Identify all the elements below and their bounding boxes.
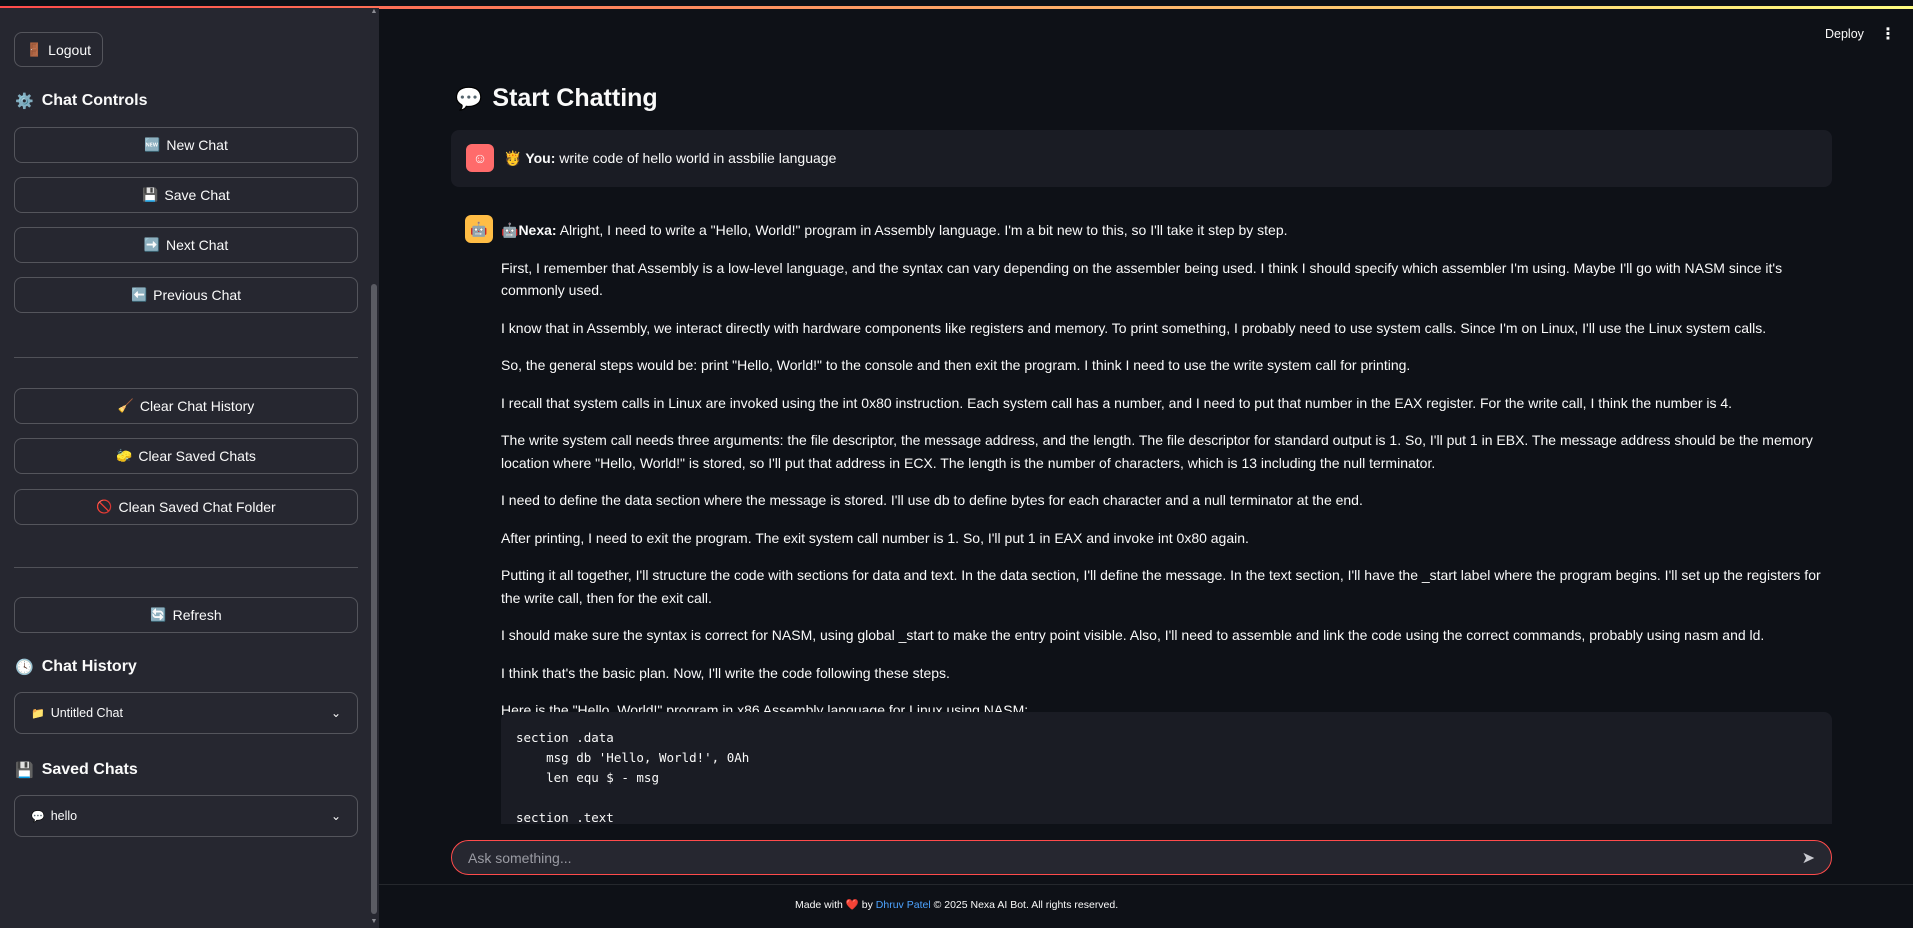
- arrow-right-icon: ➡️: [143, 237, 160, 252]
- chevron-down-icon: ⌄: [330, 706, 341, 720]
- kebab-menu-icon[interactable]: ⋮: [1880, 24, 1896, 44]
- chat-input-container[interactable]: ➤: [451, 840, 1832, 875]
- chat-history-heading: 🕓 Chat History: [15, 658, 137, 676]
- top-decoration: [0, 0, 1913, 9]
- bot-paragraph: So, the general steps would be: print "H…: [501, 357, 1411, 373]
- broom-icon: 🧹: [117, 398, 134, 413]
- bot-paragraph: I recall that system calls in Linux are …: [501, 394, 1733, 411]
- door-icon: 🚪: [25, 41, 43, 57]
- new-chat-button[interactable]: 🆕 New Chat: [14, 127, 358, 163]
- user-avatar-icon: ☺: [466, 144, 494, 172]
- send-icon[interactable]: ➤: [1802, 848, 1815, 868]
- chat-history-select[interactable]: 📁 Untitled Chat ⌄: [14, 692, 358, 734]
- arrow-left-icon: ⬅️: [130, 287, 148, 302]
- refresh-button[interactable]: 🔄 Refresh: [14, 597, 358, 633]
- logout-label: Logout: [48, 41, 91, 58]
- bot-message: 🤖Nexa: Alright, I need to write a "Hello…: [501, 219, 1831, 737]
- footer-divider: [379, 884, 1913, 885]
- saved-chats-selected: hello: [50, 809, 78, 823]
- user-message: ☺ 🫅 You: write code of hello world in as…: [451, 130, 1832, 187]
- logout-button[interactable]: 🚪 Logout: [14, 32, 103, 67]
- code-block: section .data msg db 'Hello, World!', 0A…: [501, 712, 1832, 824]
- clear-chat-history-button[interactable]: 🧹 Clear Chat History: [14, 388, 358, 424]
- bot-avatar-icon: 🤖: [465, 215, 493, 243]
- bot-paragraph: After printing, I need to exit the progr…: [501, 529, 1249, 546]
- bot-paragraph: Putting it all together, I'll structure …: [501, 567, 1821, 606]
- user-message-text: 🫅 You: write code of hello world in assb…: [504, 150, 836, 167]
- bot-paragraph: I think that's the basic plan. Now, I'll…: [501, 664, 950, 681]
- saved-chats-select[interactable]: 💬 hello ⌄: [14, 795, 358, 837]
- chat-input[interactable]: [468, 849, 1794, 866]
- bot-paragraph: 🤖Nexa: Alright, I need to write a "Hello…: [501, 222, 1288, 238]
- bot-paragraph: I should make sure the syntax is correct…: [501, 627, 1765, 643]
- speech-bubble-icon: 💬: [31, 810, 45, 823]
- heart-icon: ❤️: [845, 899, 859, 911]
- floppy-icon: 💾: [142, 187, 159, 202]
- chevron-down-icon: ⌄: [330, 809, 341, 823]
- prohibited-icon: 🚫: [96, 499, 113, 514]
- bot-paragraph: First, I remember that Assembly is a low…: [501, 259, 1783, 299]
- footer: Made with ❤️ by Dhruv Patel © 2025 Nexa …: [795, 899, 1119, 911]
- floppy-icon: 💾: [15, 762, 34, 779]
- scrollbar-thumb[interactable]: [371, 284, 377, 914]
- refresh-icon: 🔄: [150, 607, 167, 622]
- user-author: You:: [525, 150, 556, 166]
- folder-icon: 📁: [31, 707, 45, 720]
- author-link[interactable]: Dhruv Patel: [876, 899, 931, 911]
- chat-history-selected: Untitled Chat: [50, 706, 123, 720]
- code-content: section .data msg db 'Hello, World!', 0A…: [516, 730, 750, 824]
- page-title: 💬 Start Chatting: [455, 84, 658, 112]
- saved-chats-heading: 💾 Saved Chats: [15, 761, 138, 779]
- sidebar-scrollbar[interactable]: ▲ ▼: [370, 8, 378, 928]
- clear-saved-chats-button[interactable]: 🧽 Clear Saved Chats: [14, 438, 358, 474]
- bot-paragraph: I know that in Assembly, we interact dir…: [501, 319, 1767, 336]
- clock-icon: 🕓: [15, 659, 34, 676]
- save-chat-button[interactable]: 💾 Save Chat: [14, 177, 358, 213]
- new-icon: 🆕: [144, 137, 161, 152]
- prince-icon: 🫅: [504, 150, 522, 166]
- previous-chat-button[interactable]: ⬅️ Previous Chat: [14, 277, 358, 313]
- clean-saved-chat-folder-button[interactable]: 🚫 Clean Saved Chat Folder: [14, 489, 358, 525]
- scroll-down-icon[interactable]: ▼: [370, 918, 378, 926]
- bot-paragraph: The write system call needs three argume…: [501, 432, 1813, 471]
- speech-bubble-icon: 💬: [455, 85, 483, 111]
- bot-author: Nexa:: [518, 222, 557, 238]
- deploy-button[interactable]: Deploy: [1825, 27, 1864, 41]
- scroll-up-icon[interactable]: ▲: [370, 8, 378, 16]
- sidebar-divider: [14, 567, 358, 568]
- bot-paragraph: I need to define the data section where …: [501, 492, 1363, 508]
- chat-controls-heading: ⚙️ Chat Controls: [15, 92, 148, 110]
- user-text: write code of hello world in assbilie la…: [559, 150, 837, 166]
- gear-icon: ⚙️: [15, 93, 34, 110]
- sidebar-divider: [14, 357, 358, 358]
- sponge-icon: 🧽: [116, 448, 133, 463]
- next-chat-button[interactable]: ➡️ Next Chat: [14, 227, 358, 263]
- robot-icon: 🤖: [501, 222, 519, 238]
- sidebar: 🚪 Logout ⚙️ Chat Controls 🆕 New Chat 💾 S…: [0, 8, 379, 928]
